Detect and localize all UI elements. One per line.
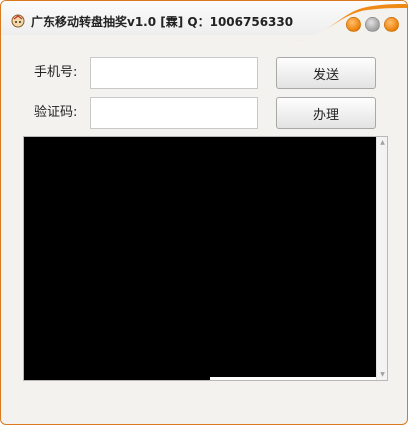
vertical-scrollbar[interactable]: ▲ ▼ — [376, 137, 387, 380]
log-console: ▲ ▼ — [23, 136, 388, 381]
minimize-icon[interactable] — [346, 17, 361, 32]
apply-button[interactable]: 办理 — [276, 97, 376, 129]
close-icon[interactable] — [384, 17, 399, 32]
send-button[interactable]: 发送 — [276, 57, 376, 89]
log-output-area[interactable] — [24, 137, 376, 380]
scroll-down-icon[interactable]: ▼ — [377, 369, 388, 380]
scroll-up-icon[interactable]: ▲ — [377, 137, 388, 148]
phone-input[interactable] — [90, 57, 258, 89]
maximize-icon[interactable] — [365, 17, 380, 32]
title-bar[interactable]: 广东移动转盘抽奖v1.0 [霖] Q：1006756330 — [1, 1, 407, 41]
code-label: 验证码: — [34, 105, 78, 120]
app-logo-icon — [11, 14, 25, 28]
phone-label: 手机号: — [34, 65, 78, 80]
code-input[interactable] — [90, 97, 258, 129]
window-title: 广东移动转盘抽奖v1.0 [霖] Q：1006756330 — [31, 15, 294, 29]
console-strip — [210, 377, 376, 380]
app-window: 广东移动转盘抽奖v1.0 [霖] Q：1006756330 手机号: 发送 验证… — [0, 0, 408, 425]
